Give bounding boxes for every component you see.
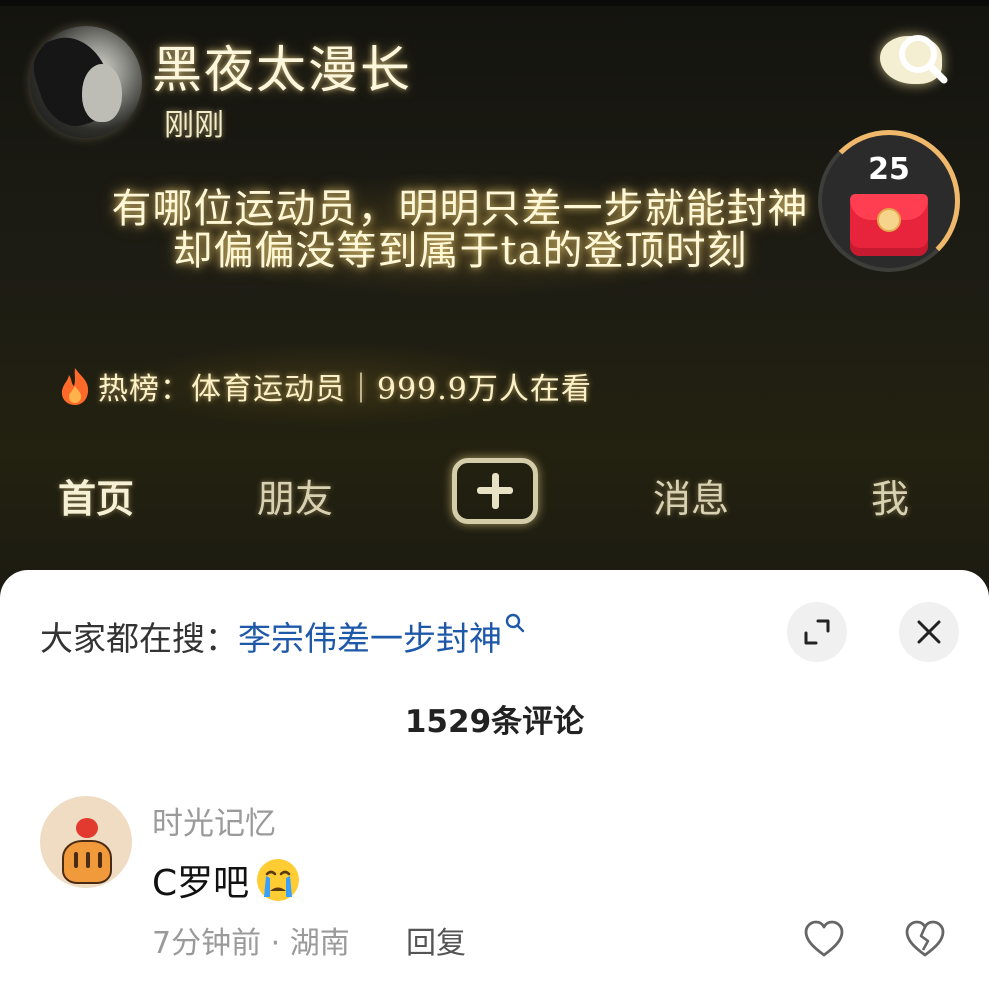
close-button[interactable] xyxy=(899,602,959,662)
video-caption: 有哪位运动员，明明只差一步就能封神 却偏偏没等到属于ta的登顶时刻 xyxy=(60,188,860,272)
comment-item: 时光记忆 C罗吧 7分钟前 · 湖南 回复 xyxy=(0,790,989,1000)
hot-list-banner[interactable]: 热榜：体育运动员｜999.9万人在看 xyxy=(56,366,592,407)
caption-line-2: 却偏偏没等到属于ta的登顶时刻 xyxy=(172,228,748,274)
tab-home[interactable]: 首页 xyxy=(58,468,134,523)
reply-button[interactable]: 回复 xyxy=(406,918,466,962)
expand-button[interactable] xyxy=(787,602,847,662)
like-button[interactable] xyxy=(803,920,845,962)
envelope-coin xyxy=(877,208,901,232)
hot-search-term[interactable]: 李宗伟差一步封神 xyxy=(238,619,502,658)
comment-text-content: C罗吧 xyxy=(152,863,250,904)
dislike-button[interactable] xyxy=(904,920,946,962)
expand-icon xyxy=(804,619,830,645)
flame-icon xyxy=(61,368,89,405)
search-button[interactable] xyxy=(880,28,954,90)
tiger-stripe xyxy=(98,852,102,868)
post-time: 刚刚 xyxy=(164,108,224,143)
heart-icon xyxy=(804,920,844,957)
caption-line-1: 有哪位运动员，明明只差一步就能封神 xyxy=(111,186,809,232)
bottom-tab-bar: 首页 朋友 消息 我 xyxy=(0,450,989,530)
status-strip xyxy=(0,0,989,6)
comment-time-location: 7分钟前 · 湖南 xyxy=(152,926,350,961)
tab-friends[interactable]: 朋友 xyxy=(257,468,333,523)
hot-search-label: 大家都在搜： xyxy=(40,619,238,658)
commenter-avatar[interactable] xyxy=(40,796,132,888)
red-packet-widget[interactable]: 25 xyxy=(818,130,960,272)
author-name[interactable]: 黑夜太漫长 xyxy=(152,30,412,102)
crying-face-icon xyxy=(257,859,300,901)
avatar-face xyxy=(82,64,122,122)
comment-count: 1529条评论 xyxy=(404,704,585,740)
hot-list-text: 热榜：体育运动员｜999.9万人在看 xyxy=(98,372,592,407)
red-envelope-icon xyxy=(850,194,928,256)
video-area[interactable]: 黑夜太漫长 刚刚 有哪位运动员，明明只差一步就能封神 却偏偏没等到属于ta的登顶… xyxy=(0,0,989,600)
broken-heart-icon xyxy=(905,920,945,957)
hot-search-suggestion[interactable]: 大家都在搜：李宗伟差一步封神 xyxy=(40,612,526,660)
close-icon xyxy=(917,620,941,644)
tab-messages[interactable]: 消息 xyxy=(653,468,729,523)
tiger-stripe xyxy=(86,852,90,868)
commenter-username[interactable]: 时光记忆 xyxy=(152,798,276,843)
search-icon xyxy=(899,35,948,84)
comment-text: C罗吧 xyxy=(152,854,301,906)
comment-sheet: 大家都在搜：李宗伟差一步封神 1529条评论 时光记忆 C罗吧 7分钟前 · 湖… xyxy=(0,570,989,1000)
tiger-stripe xyxy=(74,852,78,868)
publish-button[interactable] xyxy=(452,458,538,524)
mini-search-icon xyxy=(505,613,525,633)
avatar-apple xyxy=(76,818,98,838)
author-avatar[interactable] xyxy=(30,26,142,138)
avatar-tiger xyxy=(62,840,112,884)
tab-me[interactable]: 我 xyxy=(871,468,909,523)
plus-icon-v xyxy=(492,473,499,509)
red-packet-count: 25 xyxy=(868,152,910,187)
